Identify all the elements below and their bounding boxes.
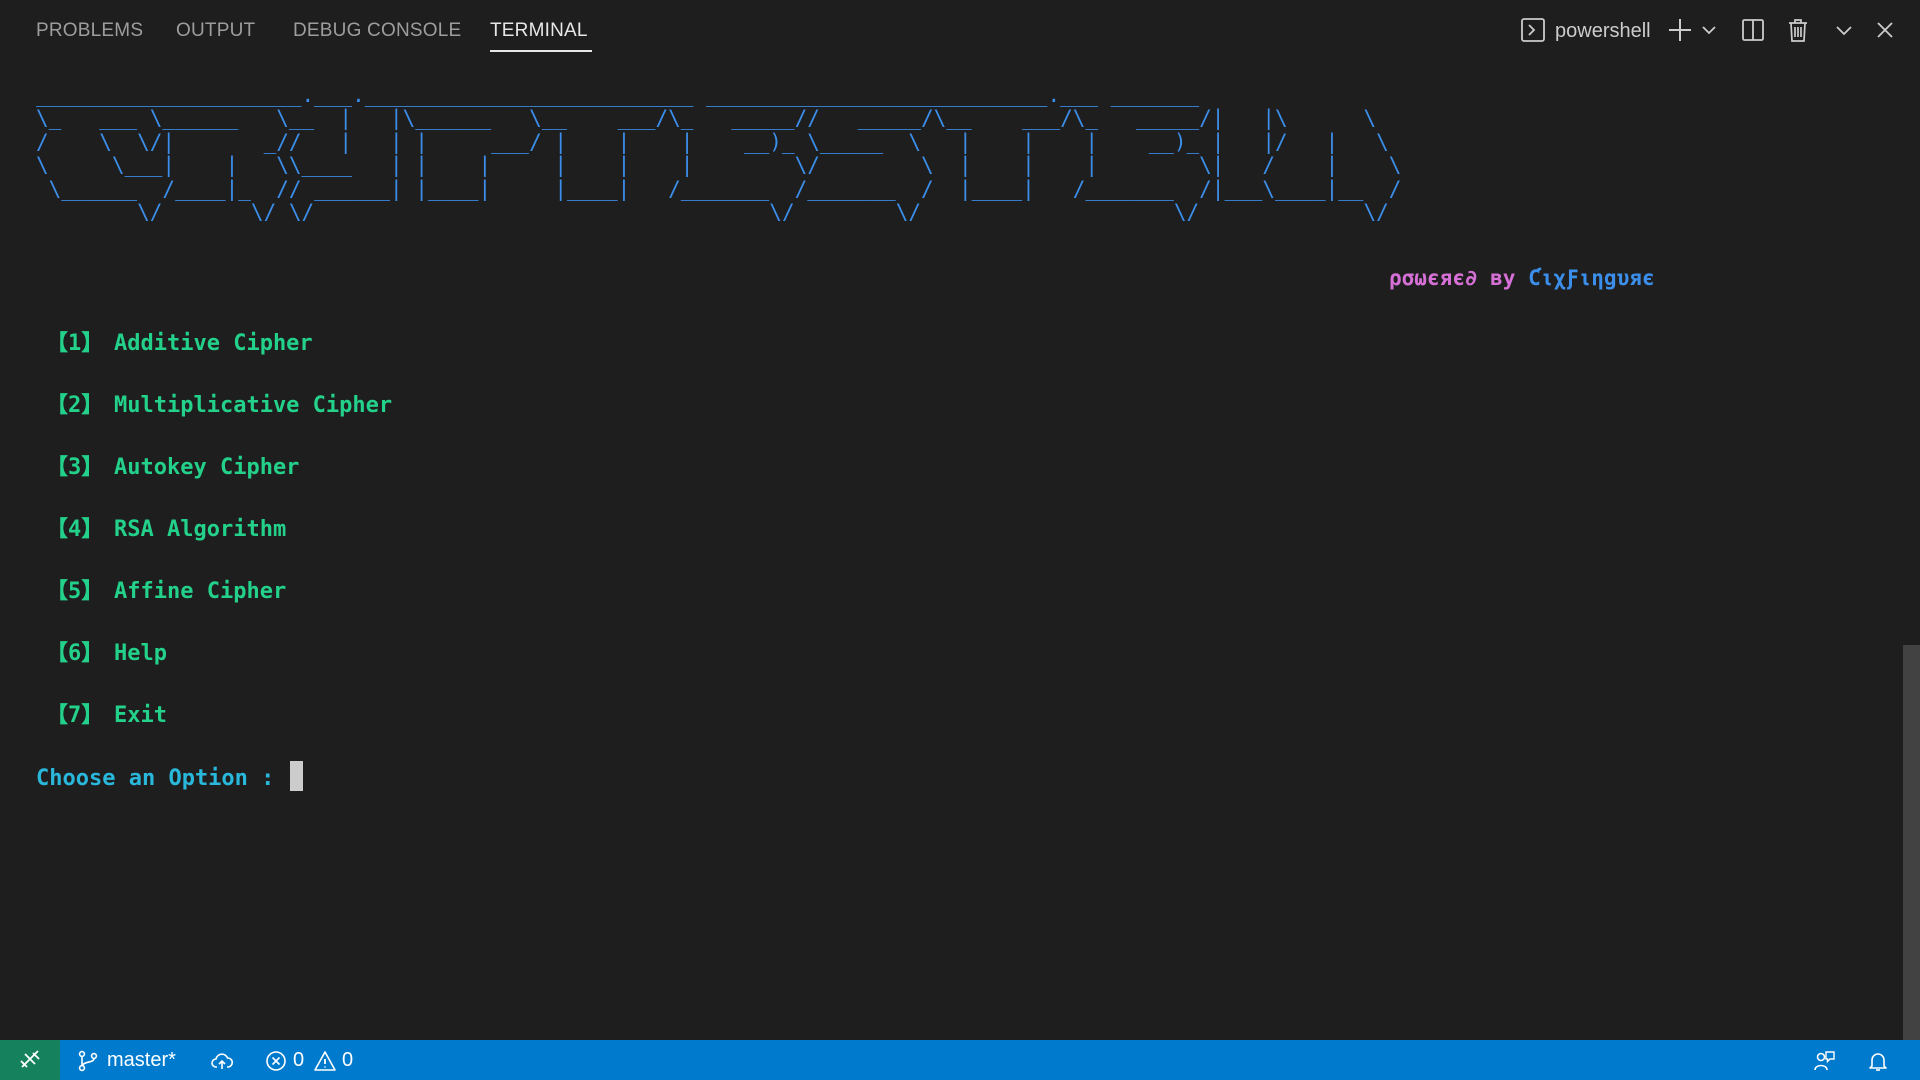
maximize-panel-chevron-icon[interactable] [1829,15,1859,45]
option-prompt[interactable]: Choose an Option : [36,761,303,791]
powered-by-credit: ρσωєяє∂ ву ƇιχƑιηgυяє [1389,266,1655,290]
tab-problems[interactable]: PROBLEMS [36,20,143,42]
error-count[interactable]: 0 [293,1049,304,1072]
menu-option-2: 【2】 Multiplicative Cipher [46,393,393,418]
remote-indicator[interactable] [0,1040,60,1080]
close-icon[interactable] [1870,15,1900,45]
menu-option-1: 【1】 Additive Cipher [46,331,313,356]
split-terminal-icon[interactable] [1738,15,1768,45]
menu-option-4: 【4】 RSA Algorithm [46,517,287,542]
warning-count[interactable]: 0 [342,1049,353,1072]
menu-option-6: 【6】 Help [46,641,167,666]
terminal-panel: PROBLEMS OUTPUT DEBUG CONSOLE TERMINAL p… [0,0,1920,1040]
terminal-scrollbar[interactable] [1903,645,1920,1040]
menu-option-5: 【5】 Affine Cipher [46,579,287,604]
feedback-icon[interactable] [1812,1049,1836,1073]
menu-option-3: 【3】 Autokey Cipher [46,455,300,480]
ascii-banner: _____________________.___.______________… [36,83,1402,225]
menu-option-7: 【7】 Exit [46,703,167,728]
prompt-text: Choose an Option : [36,766,288,791]
tab-debug-console[interactable]: DEBUG CONSOLE [293,20,461,42]
bell-icon[interactable] [1866,1049,1890,1073]
tab-terminal[interactable]: TERMINAL [490,20,592,52]
terminal-icon [1518,15,1548,45]
terminal-shell-label[interactable]: powershell [1555,20,1651,43]
warning-icon[interactable] [313,1049,337,1073]
terminal-output[interactable]: _____________________.___.______________… [36,83,1402,225]
error-icon[interactable] [264,1049,288,1073]
trash-icon[interactable] [1783,15,1813,45]
terminal-cursor [289,761,303,791]
powered-by-author: ƇιχƑιηgυяє [1528,266,1655,290]
option-menu: 【1】 Additive Cipher 【2】 Multiplicative Cip… [46,325,392,759]
chevron-down-icon[interactable] [1698,15,1720,45]
powered-by-prefix: ρσωєяє∂ ву [1389,266,1529,290]
plus-icon[interactable] [1665,15,1695,45]
git-branch-icon [76,1049,100,1073]
git-branch[interactable]: master* [107,1049,176,1072]
cloud-upload-icon[interactable] [210,1049,234,1073]
panel-tab-bar: PROBLEMS OUTPUT DEBUG CONSOLE TERMINAL p… [0,0,1920,62]
tab-output[interactable]: OUTPUT [176,20,255,42]
status-bar: master* 0 0 [0,1040,1920,1080]
